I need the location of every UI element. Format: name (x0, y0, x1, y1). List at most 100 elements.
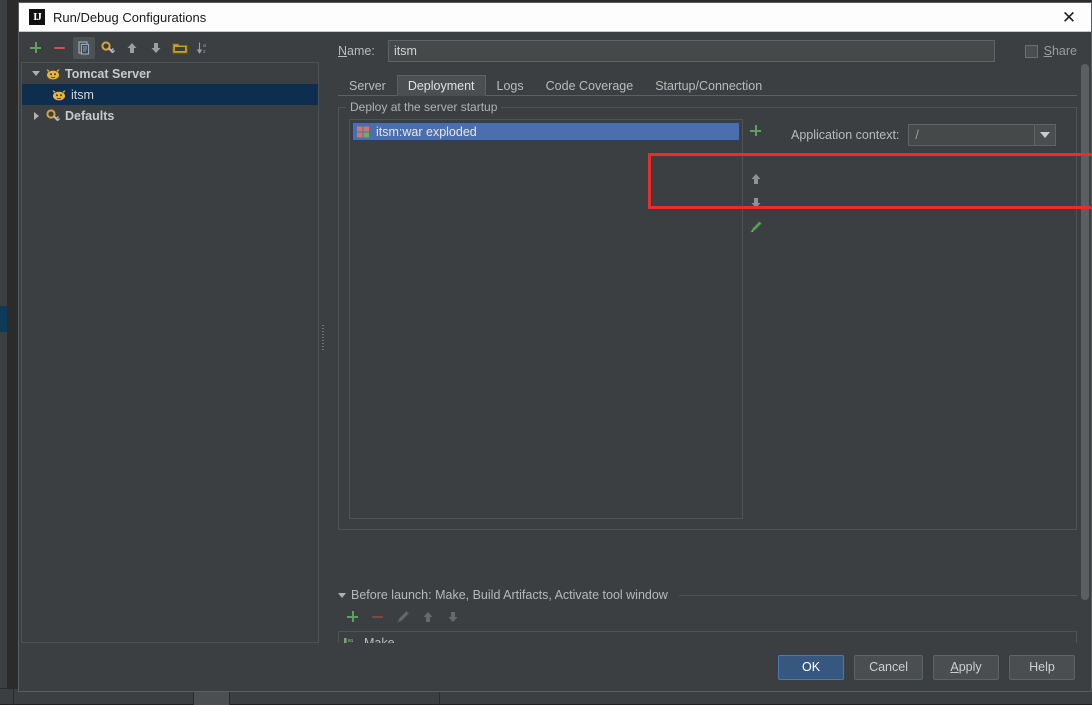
name-label-mnemonic: N (338, 44, 347, 58)
dialog-body: a z (19, 32, 1091, 643)
deploy-group-frame: itsm:war exploded (338, 107, 1077, 530)
status-bar-segment (0, 689, 14, 705)
tree-node-label: Defaults (65, 109, 114, 123)
save-configuration-button[interactable] (97, 37, 119, 59)
share-label-rest: hare (1052, 44, 1077, 58)
dialog-footer: OK Cancel Apply Help (19, 643, 1091, 691)
pane-splitter[interactable] (319, 32, 326, 643)
deployment-group: Deploy at the server startup (338, 107, 1077, 530)
minus-icon (49, 37, 71, 59)
before-launch-edit-button[interactable] (392, 606, 414, 628)
before-launch-remove-button[interactable] (367, 606, 389, 628)
run-debug-configurations-dialog: IJ Run/Debug Configurations ✕ (18, 2, 1092, 692)
copy-configuration-button[interactable] (73, 37, 95, 59)
ide-left-marker (0, 306, 7, 332)
name-label: Name: (338, 44, 388, 58)
before-launch-down-button[interactable] (442, 606, 464, 628)
application-context-value: / (909, 128, 1034, 142)
sort-configurations-button[interactable]: a z (193, 37, 215, 59)
plus-icon (25, 37, 47, 59)
configurations-tree[interactable]: Tomcat Server itsm (21, 62, 319, 643)
list-item-label: Make (364, 636, 395, 644)
splitter-grip-icon (322, 325, 324, 351)
move-artifact-down-button[interactable] (745, 192, 767, 214)
deploy-group-legend: Deploy at the server startup (346, 100, 501, 114)
before-launch-header[interactable]: Before launch: Make, Build Artifacts, Ac… (338, 588, 1077, 602)
before-launch-tasks-list[interactable]: 01 10 Make (338, 631, 1077, 643)
move-down-button[interactable] (145, 37, 167, 59)
deploy-list-wrap: itsm:war exploded (349, 119, 769, 519)
arrow-up-icon (749, 172, 763, 186)
arrow-down-icon (446, 610, 460, 624)
chevron-right-icon[interactable] (28, 108, 44, 124)
tomcat-icon (44, 66, 61, 82)
apply-button[interactable]: Apply (933, 655, 999, 680)
ok-button[interactable]: OK (778, 655, 844, 680)
share-checkbox[interactable] (1025, 45, 1038, 58)
logo-text: IJ (33, 11, 41, 23)
editor-pane-scrollbar[interactable] (1080, 62, 1090, 615)
configurations-pane: a z (19, 32, 319, 643)
arrow-up-icon (421, 610, 435, 624)
list-item-label: itsm:war exploded (376, 125, 477, 139)
scrollbar-thumb[interactable] (1081, 64, 1089, 600)
folder-icon (172, 41, 188, 55)
tree-node-label: Tomcat Server (65, 67, 151, 81)
name-input[interactable] (388, 40, 995, 62)
tomcat-icon (50, 87, 67, 103)
tab-deployment[interactable]: Deployment (397, 75, 486, 96)
application-context-group: Application context: / (791, 119, 1056, 146)
before-launch-section: Before launch: Make, Build Artifacts, Ac… (338, 588, 1077, 643)
name-label-rest: ame: (347, 44, 375, 58)
move-artifact-up-button[interactable] (745, 168, 767, 190)
application-context-combo[interactable]: / (908, 124, 1056, 146)
help-button[interactable]: Help (1009, 655, 1075, 680)
remove-configuration-button[interactable] (49, 37, 71, 59)
tab-code-coverage[interactable]: Code Coverage (535, 75, 645, 96)
before-launch-up-button[interactable] (417, 606, 439, 628)
minus-icon (367, 606, 389, 628)
list-item[interactable]: itsm:war exploded (352, 122, 740, 141)
svg-text:z: z (203, 49, 206, 55)
close-icon[interactable]: ✕ (1051, 4, 1087, 31)
cancel-button[interactable]: Cancel (854, 655, 923, 680)
arrow-down-icon (149, 41, 163, 55)
chevron-down-icon[interactable] (1034, 125, 1055, 145)
sort-az-icon: a z (196, 41, 212, 55)
before-launch-rule (679, 595, 1077, 596)
create-folder-button[interactable] (169, 37, 191, 59)
tab-logs[interactable]: Logs (486, 75, 535, 96)
add-configuration-button[interactable] (25, 37, 47, 59)
dialog-title: Run/Debug Configurations (53, 10, 1051, 25)
plus-icon (745, 120, 767, 142)
save-config-icon (100, 40, 116, 56)
before-launch-title: Before launch: Make, Build Artifacts, Ac… (351, 588, 668, 602)
deployment-list-toolbar (743, 119, 769, 519)
tree-node-defaults[interactable]: Defaults (22, 105, 318, 126)
list-item[interactable]: 01 10 Make (339, 632, 1076, 643)
intellij-logo-icon: IJ (29, 9, 45, 25)
before-launch-toolbar (342, 606, 1077, 628)
arrow-up-icon (125, 41, 139, 55)
arrow-down-icon (749, 196, 763, 210)
add-artifact-button[interactable] (745, 120, 767, 142)
configuration-tabs[interactable]: Server Deployment Logs Code Coverage Sta… (338, 74, 1077, 96)
move-up-button[interactable] (121, 37, 143, 59)
tree-node-itsm[interactable]: itsm (22, 84, 318, 105)
tab-server[interactable]: Server (338, 75, 397, 96)
before-launch-add-button[interactable] (342, 606, 364, 628)
remove-artifact-button[interactable] (745, 144, 767, 166)
chevron-down-icon[interactable] (28, 66, 44, 82)
tree-node-label: itsm (71, 88, 94, 102)
share-checkbox-group[interactable]: Share (1025, 44, 1077, 58)
edit-artifact-button[interactable] (745, 216, 767, 238)
tree-node-tomcat-server[interactable]: Tomcat Server (22, 63, 318, 84)
deployment-artifacts-list[interactable]: itsm:war exploded (349, 119, 743, 519)
war-artifact-icon (356, 125, 371, 139)
tab-startup-connection[interactable]: Startup/Connection (644, 75, 773, 96)
configuration-editor-content: Name: Share Server Deployment Logs (326, 32, 1091, 643)
configuration-editor-pane: Name: Share Server Deployment Logs (326, 32, 1091, 643)
deploy-row: itsm:war exploded (349, 119, 1066, 519)
application-context-label: Application context: (791, 128, 899, 142)
chevron-down-icon[interactable] (338, 593, 346, 598)
